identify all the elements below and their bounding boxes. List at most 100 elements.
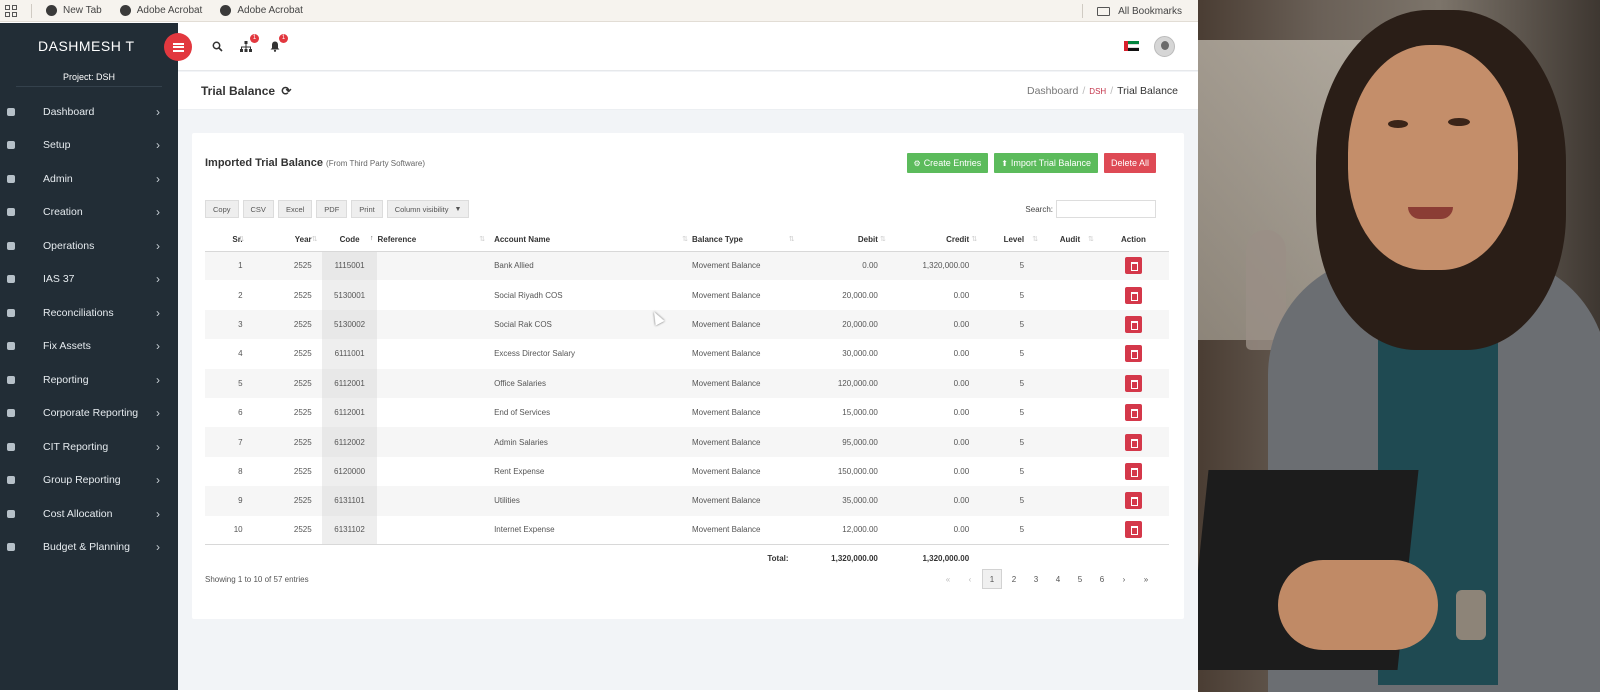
hierarchy-icon[interactable]: 1 [239,34,259,53]
cell-year: 2525 [248,427,322,457]
trash-icon[interactable] [1124,286,1142,304]
col-level[interactable]: Level ⇅ [981,229,1043,252]
sync-icon [7,308,15,317]
sidebar-item-cit-reporting[interactable]: CIT Reporting › [0,430,178,464]
trash-icon[interactable] [1124,315,1142,333]
cell-action [1098,280,1169,309]
table-row: 10 2525 6131102 Internet Expense Movement Ba… [205,515,1169,545]
breadcrumb-project[interactable]: DSH [1089,87,1106,96]
breadcrumb-dashboard[interactable]: Dashboard [1027,85,1078,97]
sidebar-item-reporting[interactable]: Reporting › [0,363,178,397]
cell-year: 2525 [248,486,322,516]
sidebar-item-corporate-reporting[interactable]: Corporate Reporting › [0,397,178,431]
page-prev[interactable]: ‹ [960,569,980,589]
chevron-right-icon: › [156,339,160,354]
col-sr[interactable]: Sr. ⇅ [205,229,249,252]
card-subtitle: (From Third Party Software) [326,159,426,168]
cell-credit: 0.00 [953,349,970,359]
cell-reference [377,368,490,398]
trash-icon[interactable] [1124,404,1142,422]
create-entries-button[interactable]: ⚙ Create Entries [906,153,989,173]
col-reference[interactable]: Reference ⇅ [377,229,490,252]
sidebar-item-fix-assets[interactable]: Fix Assets › [0,330,178,364]
pdf-button[interactable]: PDF [316,200,348,218]
page-3[interactable]: 3 [1026,569,1046,589]
chevron-right-icon: › [156,104,160,119]
page-first[interactable]: « [938,569,958,589]
col-audit[interactable]: Audit ⇅ [1042,229,1098,252]
col-account-name[interactable]: Account Name ⇅ [489,229,693,252]
delete-all-button[interactable]: Delete All [1103,153,1156,173]
page-1[interactable]: 1 [982,569,1002,589]
sort-icon: ⇅ [1087,236,1094,244]
sidebar-item-cost-allocation[interactable]: Cost Allocation › [0,497,178,531]
cell-credit: 0.00 [889,486,982,516]
page-next[interactable]: › [1114,569,1134,589]
brand-name[interactable]: DASHMESH T [0,23,178,69]
page-5[interactable]: 5 [1070,569,1090,589]
column-visibility-button[interactable]: Column visibility ▼ [386,200,470,218]
search-icon[interactable] [210,39,224,53]
sidebar-item-reconciliations[interactable]: Reconciliations › [0,296,178,330]
copy-button[interactable]: Copy [205,200,239,218]
cubes-icon [7,241,15,250]
col-code[interactable]: Code ↑ [321,229,378,252]
col-credit[interactable]: Credit ⇅ [889,229,982,252]
cell-balance-type: Movement Balance [692,427,799,457]
cell-level: 5 [981,251,1043,281]
print-button[interactable]: Print [351,200,383,218]
cell-reference [377,251,490,281]
page-last[interactable]: » [1136,569,1156,589]
all-bookmarks[interactable]: All Bookmarks [1082,0,1182,22]
bell-icon[interactable]: 1 [268,34,288,53]
breadcrumb: Dashboard / DSH / Trial Balance [1027,85,1178,97]
chevron-right-icon: › [156,171,160,186]
col-year[interactable]: Year ⇅ [248,229,322,252]
cell-level: 5 [981,309,1043,340]
trash-icon[interactable] [1124,433,1142,451]
page-title: Trial Balance ⟳ [201,84,292,98]
excel-button[interactable]: Excel [277,200,313,218]
acrobat-icon [119,5,131,16]
page-2[interactable]: 2 [1004,569,1024,589]
user-avatar[interactable] [1154,36,1175,57]
cell-credit: 0.00 [889,427,982,457]
trash-icon[interactable] [1124,492,1142,510]
cell-sr: 10 [233,525,243,535]
menu-toggle-button[interactable] [164,33,192,61]
cell-audit [1042,339,1098,368]
sidebar-item-setup[interactable]: Setup › [0,129,178,163]
refresh-icon[interactable]: ⟳ [278,84,291,98]
bookmark-new-tab[interactable]: New Tab [46,5,102,16]
sidebar-nav: Dashboard › Setup › Admin › Creation › Opera… [0,95,178,564]
file-icon [7,442,15,451]
sidebar-item-creation[interactable]: Creation › [0,196,178,230]
sidebar-item-group-reporting[interactable]: Group Reporting › [0,464,178,498]
trash-icon[interactable] [1124,462,1142,480]
cell-account: Rent Expense [494,466,545,476]
trash-icon[interactable] [1124,374,1142,392]
page-4[interactable]: 4 [1048,569,1068,589]
cell-sr: 5 [205,368,249,398]
cell-account: Office Salaries [489,368,693,398]
col-balance-type[interactable]: Balance Type ⇅ [692,229,799,252]
trash-icon[interactable] [1124,521,1142,539]
bookmark-adobe-acrobat-2[interactable]: Adobe Acrobat [220,5,303,16]
sidebar-item-dashboard[interactable]: Dashboard › [0,95,178,129]
sidebar-item-ias-37[interactable]: IAS 37 › [0,263,178,297]
bookmark-adobe-acrobat[interactable]: Adobe Acrobat [119,5,202,16]
csv-button[interactable]: CSV [242,200,274,218]
uae-flag-icon[interactable] [1124,41,1139,52]
import-trial-balance-button[interactable]: ⬆ Import Trial Balance [994,153,1098,173]
search-input[interactable] [1056,200,1156,218]
apps-grid-icon[interactable] [5,4,17,17]
sidebar-item-operations[interactable]: Operations › [0,229,178,263]
col-debit[interactable]: Debit ⇅ [798,229,890,252]
trash-icon[interactable] [1124,257,1142,275]
cell-reference [377,280,489,309]
sidebar-item-budget-planning[interactable]: Budget & Planning › [0,531,178,565]
page-6[interactable]: 6 [1092,569,1112,589]
cell-year: 2525 [248,309,322,340]
sidebar-item-admin[interactable]: Admin › [0,162,178,196]
trash-icon[interactable] [1124,345,1142,363]
